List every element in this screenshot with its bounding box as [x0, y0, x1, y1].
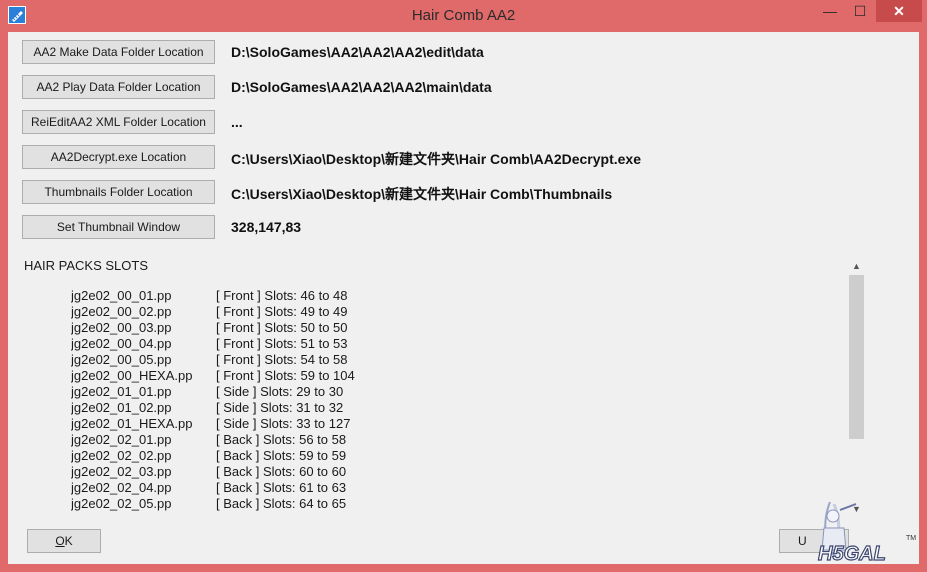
pack-file-name: jg2e02_00_05.pp	[71, 352, 172, 367]
list-item: jg2e02_01_01.pp [ Side ] Slots: 29 to 30	[71, 384, 831, 400]
list-item: jg2e02_02_01.pp [ Back ] Slots: 56 to 58	[71, 432, 831, 448]
hair-packs-heading: HAIR PACKS SLOTS	[24, 258, 149, 273]
pack-file-name: jg2e02_01_01.pp	[71, 384, 172, 399]
list-item: jg2e02_02_04.pp [ Back ] Slots: 61 to 63	[71, 480, 831, 496]
list-item: jg2e02_02_03.pp [ Back ] Slots: 60 to 60	[71, 464, 831, 480]
pack-file-name: jg2e02_01_HEXA.pp	[71, 416, 193, 431]
list-item: jg2e02_02_02.pp [ Back ] Slots: 59 to 59	[71, 448, 831, 464]
title-bar[interactable]: Hair Comb AA2 — ☐ ✕	[0, 0, 927, 32]
pack-slots-info: [ Side ] Slots: 29 to 30	[216, 384, 344, 399]
hair-packs-list[interactable]: jg2e02_00_01.pp [ Front ] Slots: 46 to 48…	[71, 288, 831, 520]
scroll-thumb[interactable]	[849, 275, 864, 439]
aa2decrypt-path: C:\Users\Xiao\Desktop\新建文件夹\Hair Comb\AA…	[231, 151, 641, 167]
pack-slots-info: [ Back ] Slots: 56 to 58	[216, 432, 347, 447]
pack-slots-info: [ Side ] Slots: 33 to 127	[216, 416, 351, 431]
list-item: jg2e02_00_03.pp [ Front ] Slots: 50 to 50	[71, 320, 831, 336]
make-data-folder-path: D:\SoloGames\AA2\AA2\AA2\edit\data	[231, 44, 484, 60]
pack-file-name: jg2e02_00_02.pp	[71, 304, 172, 319]
pack-file-name: jg2e02_02_02.pp	[71, 448, 172, 463]
list-scrollbar[interactable]: ▲ ▼	[848, 258, 865, 517]
make-data-folder-button[interactable]: AA2 Make Data Folder Location	[22, 40, 215, 64]
aa2decrypt-location-button[interactable]: AA2Decrypt.exe Location	[22, 145, 215, 169]
list-item: jg2e02_00_01.pp [ Front ] Slots: 46 to 48	[71, 288, 831, 304]
pack-file-name: jg2e02_00_HEXA.pp	[71, 368, 193, 383]
play-data-folder-path: D:\SoloGames\AA2\AA2\AA2\main\data	[231, 79, 492, 95]
pack-slots-info: [ Front ] Slots: 59 to 104	[216, 368, 355, 383]
pack-slots-info: [ Front ] Slots: 54 to 58	[216, 352, 348, 367]
play-data-folder-button[interactable]: AA2 Play Data Folder Location	[22, 75, 215, 99]
list-item: jg2e02_00_04.pp [ Front ] Slots: 51 to 53	[71, 336, 831, 352]
pack-slots-info: [ Front ] Slots: 49 to 49	[216, 304, 348, 319]
watermark-logo: H5GAL TM	[817, 501, 916, 566]
thumbnail-window-coords: 328,147,83	[231, 219, 302, 235]
watermark-tm: TM	[906, 535, 916, 542]
list-item: jg2e02_00_02.pp [ Front ] Slots: 49 to 49	[71, 304, 831, 320]
ok-accelerator: O	[55, 534, 65, 548]
window-title: Hair Comb AA2	[411, 7, 516, 24]
thumbnails-folder-path: C:\Users\Xiao\Desktop\新建文件夹\Hair Comb\Th…	[231, 186, 613, 202]
list-item: jg2e02_01_HEXA.pp [ Side ] Slots: 33 to 1…	[71, 416, 831, 432]
pack-file-name: jg2e02_02_03.pp	[71, 464, 172, 479]
ok-button[interactable]: OK	[27, 529, 101, 553]
ok-label: K	[64, 534, 73, 548]
pack-file-name: jg2e02_02_05.pp	[71, 496, 172, 511]
list-item: jg2e02_00_05.pp [ Front ] Slots: 54 to 58	[71, 352, 831, 368]
pack-file-name: jg2e02_00_03.pp	[71, 320, 172, 335]
pack-file-name: jg2e02_00_04.pp	[71, 336, 172, 351]
pack-file-name: jg2e02_02_04.pp	[71, 480, 172, 495]
pack-slots-info: [ Back ] Slots: 61 to 63	[216, 480, 347, 495]
minimize-icon[interactable]: —	[815, 0, 845, 22]
reiedit-xml-folder-path: ...	[231, 114, 243, 130]
app-window: Hair Comb AA2 — ☐ ✕ AA2 Make Data Folder…	[0, 0, 927, 572]
list-item: jg2e02_01_02.pp [ Side ] Slots: 31 to 32	[71, 400, 831, 416]
maximize-icon[interactable]: ☐	[845, 0, 875, 22]
close-icon[interactable]: ✕	[876, 0, 922, 22]
set-thumbnail-window-button[interactable]: Set Thumbnail Window	[22, 215, 215, 239]
list-item: jg2e02_02_05.pp [ Back ] Slots: 64 to 65	[71, 496, 831, 512]
pack-slots-info: [ Back ] Slots: 59 to 59	[216, 448, 347, 463]
list-item: jg2e02_00_HEXA.pp [ Front ] Slots: 59 to …	[71, 368, 831, 384]
watermark-logo-text: H5GAL	[818, 543, 886, 565]
thumbnails-folder-button[interactable]: Thumbnails Folder Location	[22, 180, 215, 204]
pack-slots-info: [ Back ] Slots: 64 to 65	[216, 496, 347, 511]
reiedit-xml-folder-button[interactable]: ReiEditAA2 XML Folder Location	[22, 110, 215, 134]
pack-slots-info: [ Front ] Slots: 51 to 53	[216, 336, 348, 351]
pack-slots-info: [ Side ] Slots: 31 to 32	[216, 400, 344, 415]
pack-slots-info: [ Front ] Slots: 46 to 48	[216, 288, 348, 303]
pack-file-name: jg2e02_01_02.pp	[71, 400, 172, 415]
client-area: AA2 Make Data Folder Location D:\SoloGam…	[8, 32, 919, 564]
pack-file-name: jg2e02_00_01.pp	[71, 288, 172, 303]
pack-slots-info: [ Front ] Slots: 50 to 50	[216, 320, 348, 335]
pack-slots-info: [ Back ] Slots: 60 to 60	[216, 464, 347, 479]
pack-file-name: jg2e02_02_01.pp	[71, 432, 172, 447]
scroll-up-icon[interactable]: ▲	[848, 258, 865, 274]
